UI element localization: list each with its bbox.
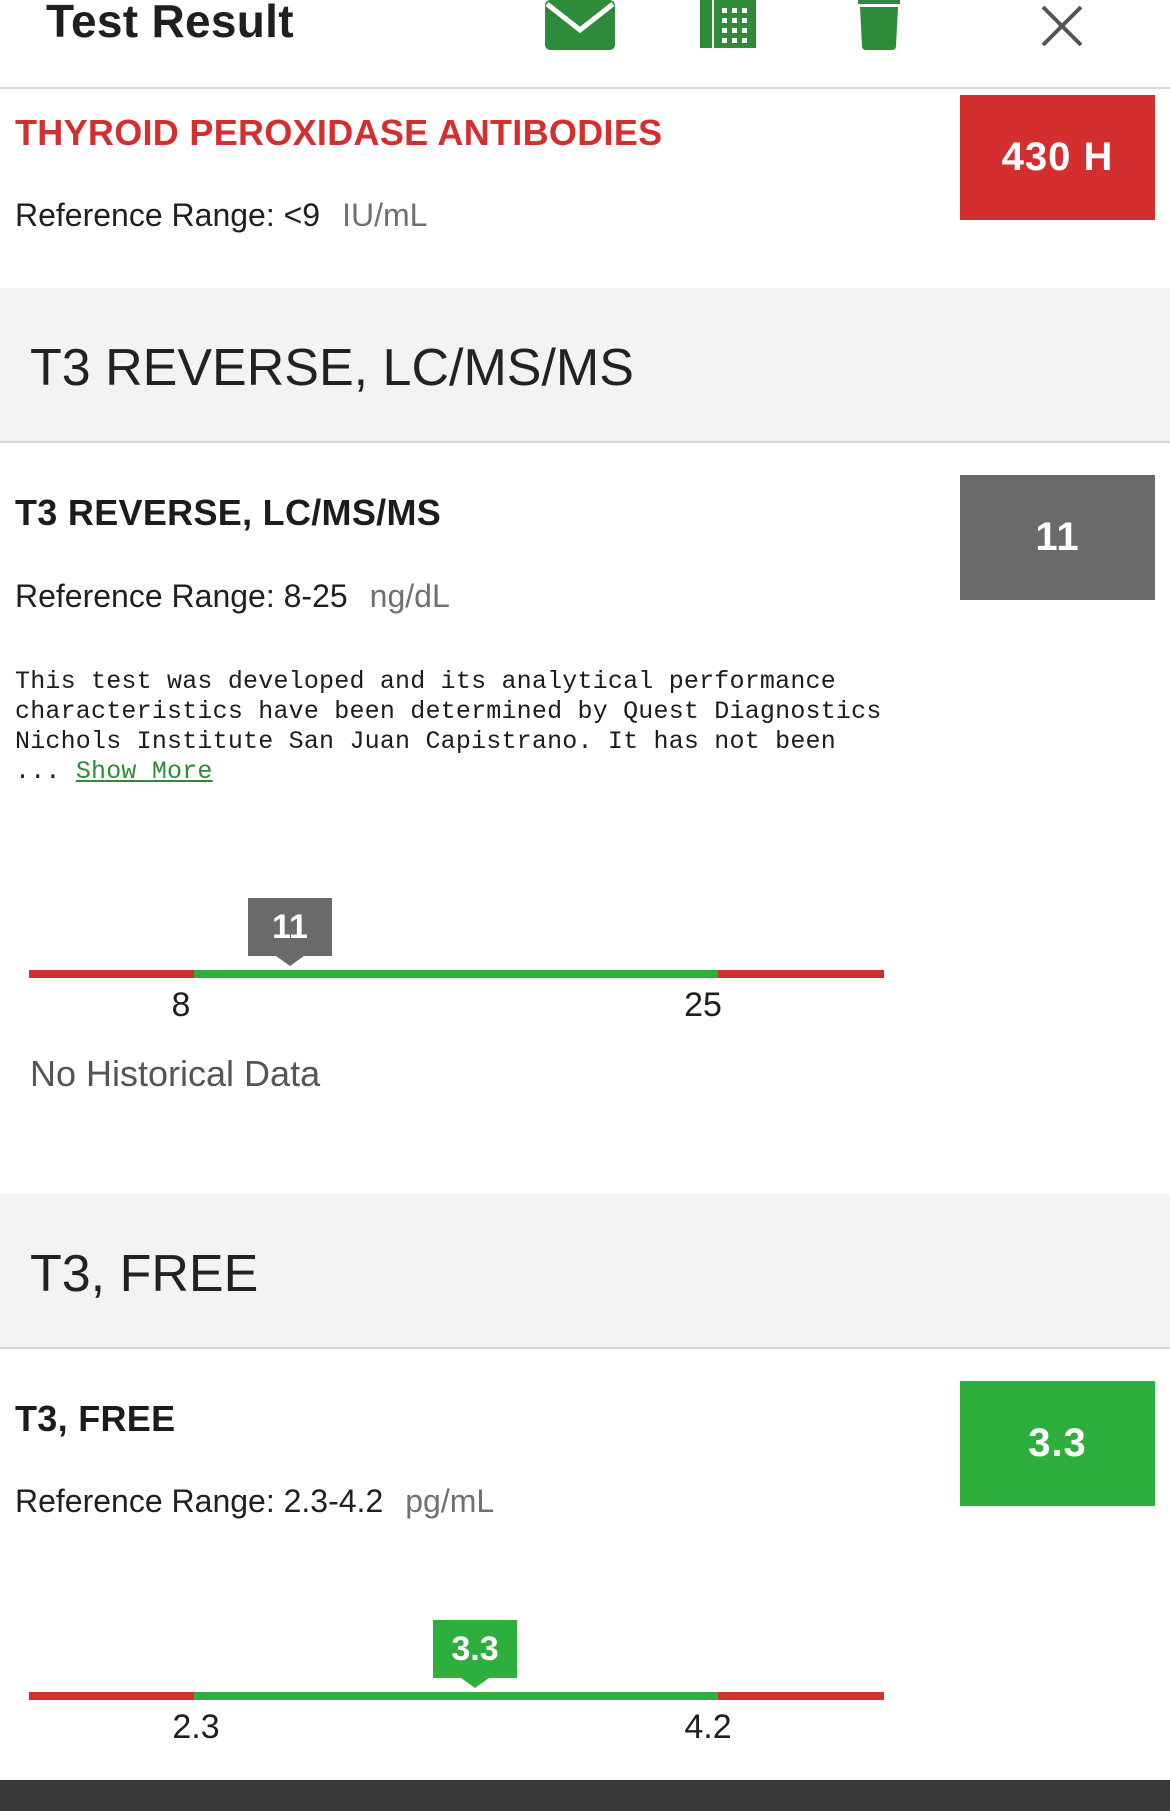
range-high-label: 4.2	[684, 1708, 732, 1746]
range-bar-normal	[194, 1692, 718, 1700]
reference-range-label: Reference Range: 2.3-4.2	[15, 1483, 384, 1519]
result-value-badge[interactable]: 3.3	[960, 1381, 1155, 1506]
range-indicator: 3.3 2.3 4.2	[0, 1610, 1170, 1750]
reference-range: Reference Range: <9 IU/mL	[15, 197, 427, 234]
marker-pointer	[461, 1678, 489, 1688]
bottom-toolbar	[0, 1780, 1170, 1811]
range-bar-low	[29, 1692, 194, 1700]
reference-range-label: Reference Range: 8-25	[15, 578, 348, 614]
result-marker: 3.3	[433, 1620, 517, 1678]
fax-icon[interactable]	[700, 0, 756, 48]
reference-range-label: Reference Range: <9	[15, 197, 321, 233]
show-more-link[interactable]: Show More	[76, 757, 213, 786]
result-value-badge[interactable]: 11	[960, 475, 1155, 600]
range-high-label: 25	[684, 986, 722, 1024]
range-low-label: 8	[171, 986, 191, 1024]
unit-label: pg/mL	[405, 1483, 495, 1519]
range-bar-high	[718, 1692, 884, 1700]
marker-pointer	[276, 956, 304, 966]
section-title: T3, FREE	[30, 1245, 259, 1303]
range-bar-low	[29, 970, 194, 978]
section-header: T3, FREE	[0, 1194, 1170, 1349]
section-header: T3 REVERSE, LC/MS/MS	[0, 288, 1170, 443]
range-bar-normal	[194, 970, 718, 978]
app-header: Test Result	[0, 0, 1170, 89]
range-bar-high	[718, 970, 884, 978]
range-indicator: 11 8 25	[0, 890, 1170, 1030]
trash-icon[interactable]	[858, 0, 900, 50]
range-low-label: 2.3	[172, 1708, 220, 1746]
test-name: T3, FREE	[15, 1398, 176, 1439]
section-title: T3 REVERSE, LC/MS/MS	[30, 339, 634, 397]
reference-range: Reference Range: 2.3-4.2 pg/mL	[15, 1483, 494, 1520]
unit-label: IU/mL	[342, 197, 428, 233]
mail-icon[interactable]	[545, 0, 615, 50]
test-note: This test was developed and its analytic…	[15, 667, 882, 787]
result-marker: 11	[248, 898, 332, 956]
test-name: THYROID PEROXIDASE ANTIBODIES	[15, 112, 663, 153]
result-value-badge[interactable]: 430 H	[960, 95, 1155, 220]
reference-range: Reference Range: 8-25 ng/dL	[15, 578, 450, 615]
close-icon[interactable]	[1040, 4, 1084, 48]
unit-label: ng/dL	[369, 578, 450, 614]
history-status: No Historical Data	[30, 1053, 321, 1094]
test-name: T3 REVERSE, LC/MS/MS	[15, 492, 442, 533]
page-title: Test Result	[46, 0, 294, 47]
